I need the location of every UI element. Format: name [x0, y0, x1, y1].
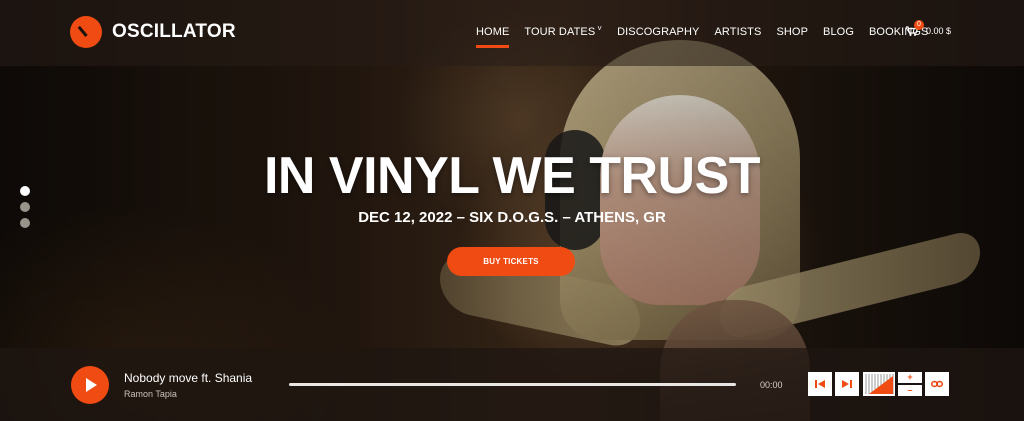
progress-bar[interactable]	[289, 383, 736, 386]
skip-back-icon	[815, 380, 825, 388]
next-track-button[interactable]	[835, 372, 859, 396]
volume-up-button[interactable]: +	[898, 372, 922, 383]
volume-down-button[interactable]: –	[898, 385, 922, 396]
main-nav: HOME TOUR DATES ˅ DISCOGRAPHY ARTISTS SHO…	[476, 24, 943, 48]
loop-icon	[931, 380, 943, 388]
volume-meter-graphic	[865, 374, 894, 394]
skip-forward-icon	[842, 380, 852, 388]
nav-item-shop[interactable]: SHOP	[776, 26, 808, 38]
nav-item-tour-dates[interactable]: TOUR DATES ˅	[524, 24, 603, 38]
play-icon[interactable]	[71, 366, 109, 404]
site-header: OSCILLATOR HOME TOUR DATES ˅ DISCOGRAPHY …	[0, 0, 1024, 66]
track-title: Nobody move ft. Shania	[124, 371, 253, 385]
nav-item-blog[interactable]: BLOG	[823, 26, 854, 38]
volume-meter-icon[interactable]	[863, 372, 895, 396]
track-time: 00:00	[760, 380, 783, 390]
track-artist: Ramon Tapia	[124, 389, 177, 399]
cart-total: 0.00 $	[926, 26, 952, 36]
nav-item-home[interactable]: HOME	[476, 26, 510, 48]
loop-button[interactable]	[925, 372, 949, 396]
audio-player: Nobody move ft. Shania Ramon Tapia 00:00…	[0, 348, 1024, 421]
buy-tickets-button[interactable]: BUY TICKETS	[447, 247, 575, 276]
hero-subtitle: DEC 12, 2022 – SIX D.O.G.S. – ATHENS, GR	[358, 209, 666, 226]
nav-item-artists[interactable]: ARTISTS	[714, 26, 761, 38]
nav-item-discography[interactable]: DISCOGRAPHY	[617, 26, 699, 38]
nav-item-tour-dates-label: TOUR DATES	[524, 26, 596, 38]
site-logo[interactable]: OSCILLATOR	[70, 16, 236, 48]
hero-title: IN VINYL WE TRUST	[263, 147, 761, 205]
cart-count-badge: 0	[914, 20, 924, 30]
chevron-down-icon: ˅	[597, 24, 603, 33]
logo-text: OSCILLATOR	[112, 21, 236, 42]
logo-icon	[70, 16, 102, 48]
previous-track-button[interactable]	[808, 372, 832, 396]
cart-button[interactable]: 0.00 $	[906, 26, 951, 36]
